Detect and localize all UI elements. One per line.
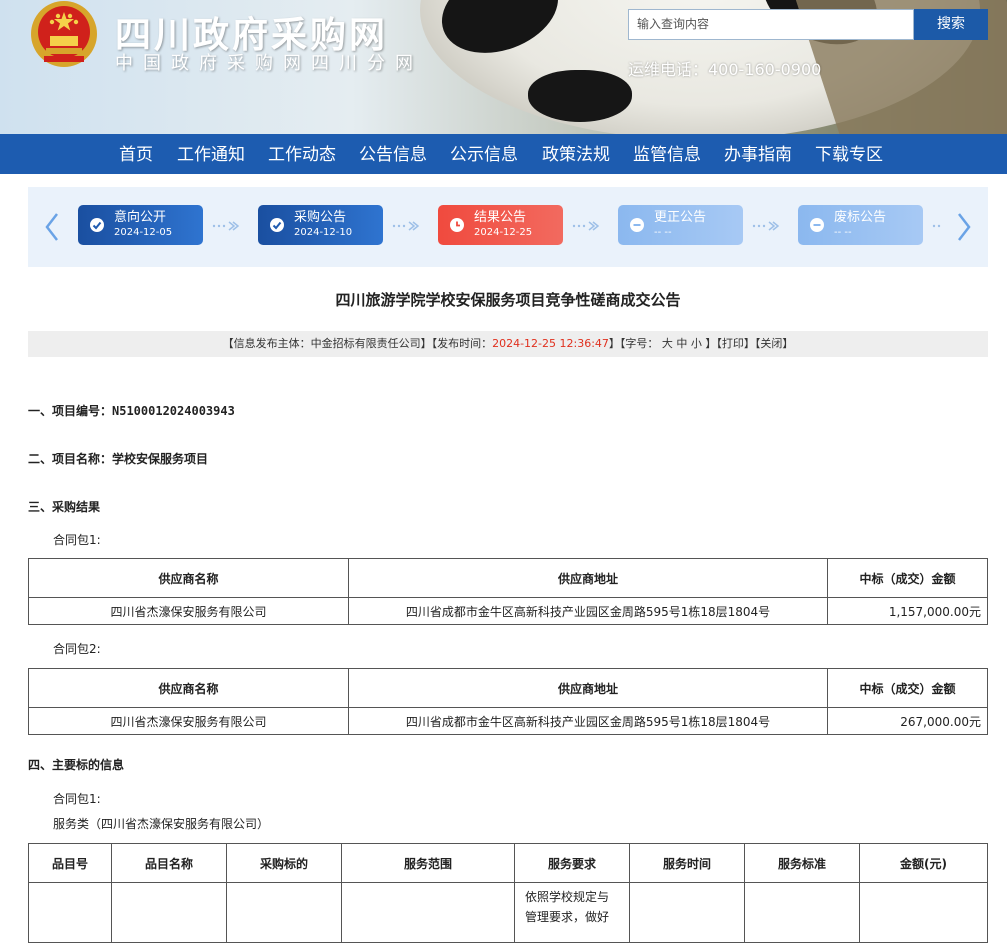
step-date: -- -- [654, 227, 672, 238]
check-icon [90, 218, 104, 232]
nav-policies[interactable]: 政策法规 [542, 134, 610, 174]
package-2-label: 合同包2: [53, 642, 101, 656]
award-amount: 1,157,000.00元 [827, 597, 988, 625]
cell [629, 882, 745, 943]
table-row: 四川省杰濠保安服务有限公司 四川省成都市金牛区高新科技产业园区金周路595号1栋… [28, 707, 988, 735]
nav-home[interactable]: 首页 [119, 134, 153, 174]
table-row: 依照学校规定与管理要求，做好 [28, 882, 988, 943]
page-title: 四川旅游学院学校安保服务项目竞争性磋商成交公告 [335, 291, 681, 309]
section-result: 三、采购结果 [28, 500, 101, 514]
info-suffix[interactable]: 】【字号： 大 中 小 】【打印】【关闭】 [609, 337, 794, 350]
award-amount: 267,000.00元 [827, 707, 988, 735]
info-bar: 【信息发布主体：中金招标有限责任公司】【发布时间：2024-12-25 12:3… [28, 331, 988, 357]
table-header: 服务标准 [744, 843, 860, 883]
service-category: 服务类（四川省杰濠保安服务有限公司） [53, 817, 270, 831]
supplier-address: 四川省成都市金牛区高新科技产业园区金周路595号1栋18层1804号 [348, 707, 828, 735]
clock-icon [450, 218, 464, 232]
section-project-number: 一、项目编号：N5100012024003943 [28, 404, 235, 418]
main-nav: 首页 工作通知 工作动态 公告信息 公示信息 政策法规 监管信息 办事指南 下载… [0, 134, 1007, 174]
flow-arrow-icon [752, 221, 780, 231]
table-header: 品目名称 [111, 843, 227, 883]
step-date: 2024-12-25 [474, 227, 533, 238]
step-name: 结果公告 [474, 210, 527, 225]
table-header: 中标（成交）金额 [827, 558, 988, 598]
table-header: 服务时间 [629, 843, 745, 883]
nav-downloads[interactable]: 下载专区 [815, 134, 883, 174]
section-project-name: 二、项目名称：学校安保服务项目 [28, 452, 209, 466]
chevron-right-icon[interactable] [954, 211, 974, 243]
step-result[interactable]: 结果公告 2024-12-25 [438, 205, 563, 245]
cell [744, 882, 860, 943]
step-name: 采购公告 [294, 210, 347, 225]
table-header: 服务范围 [341, 843, 515, 883]
flow-arrow-icon [572, 221, 600, 231]
main-info-table: 品目号 品目名称 采购标的 服务范围 服务要求 服务时间 服务标准 金额(元) … [28, 843, 988, 943]
nav-work-notice[interactable]: 工作通知 [177, 134, 245, 174]
supplier-name: 四川省杰濠保安服务有限公司 [28, 597, 349, 625]
result-table-2: 供应商名称 供应商地址 中标（成交）金额 四川省杰濠保安服务有限公司 四川省成都… [28, 668, 988, 735]
publish-time: 2024-12-25 12:36:47 [492, 337, 609, 350]
table-header: 供应商名称 [28, 668, 349, 708]
minus-icon [630, 218, 644, 232]
procurement-progress: 意向公开 2024-12-05 采购公告 2024-12-10 结果公告 202… [28, 187, 988, 267]
table-header: 采购标的 [226, 843, 342, 883]
table-header: 服务要求 [514, 843, 630, 883]
supplier-address: 四川省成都市金牛区高新科技产业园区金周路595号1栋18层1804号 [348, 597, 828, 625]
nav-guide[interactable]: 办事指南 [724, 134, 792, 174]
section-main-info: 四、主要标的信息 [28, 758, 125, 772]
search-button[interactable]: 搜索 [914, 9, 988, 40]
table-header: 供应商地址 [348, 558, 828, 598]
step-name: 意向公开 [114, 210, 167, 225]
hotline-text: 运维电话：400-160-0900 [628, 60, 822, 79]
step-date: 2024-12-05 [114, 227, 173, 238]
national-emblem-icon [31, 1, 97, 67]
package-1-label: 合同包1: [53, 533, 101, 547]
result-table-1: 供应商名称 供应商地址 中标（成交）金额 四川省杰濠保安服务有限公司 四川省成都… [28, 558, 988, 625]
cell [226, 882, 342, 943]
cell [111, 882, 227, 943]
step-date: 2024-12-10 [294, 227, 353, 238]
chevron-left-icon[interactable] [42, 211, 62, 243]
step-intent[interactable]: 意向公开 2024-12-05 [78, 205, 203, 245]
cell [28, 882, 112, 943]
nav-announcements[interactable]: 公告信息 [359, 134, 427, 174]
step-date: -- -- [834, 227, 852, 238]
flow-arrow-icon [212, 221, 240, 231]
supplier-name: 四川省杰濠保安服务有限公司 [28, 707, 349, 735]
header-banner: 四川政府采购网 中国政府采购网四川分网 输入查询内容 搜索 运维电话：400-1… [0, 0, 1007, 134]
step-name: 更正公告 [654, 210, 707, 225]
flow-arrow-icon [392, 221, 420, 231]
table-header: 供应商地址 [348, 668, 828, 708]
table-row: 四川省杰濠保安服务有限公司 四川省成都市金牛区高新科技产业园区金周路595号1栋… [28, 597, 988, 625]
step-name: 废标公告 [834, 210, 887, 225]
cell [341, 882, 515, 943]
search-input[interactable]: 输入查询内容 [628, 9, 914, 40]
table-header: 供应商名称 [28, 558, 349, 598]
main-package-label: 合同包1: [53, 792, 101, 806]
nav-public-info[interactable]: 公示信息 [450, 134, 518, 174]
info-prefix: 【信息发布主体：中金招标有限责任公司】【发布时间： [222, 337, 493, 350]
check-icon [270, 218, 284, 232]
nav-work-news[interactable]: 工作动态 [268, 134, 336, 174]
service-requirement: 依照学校规定与管理要求，做好 [514, 882, 630, 943]
step-procurement[interactable]: 采购公告 2024-12-10 [258, 205, 383, 245]
site-subtitle: 中国政府采购网四川分网 [115, 53, 423, 74]
step-abandon[interactable]: 废标公告 -- -- [798, 205, 923, 245]
minus-icon [810, 218, 824, 232]
table-header: 品目号 [28, 843, 112, 883]
step-correction[interactable]: 更正公告 -- -- [618, 205, 743, 245]
panda-nose [528, 70, 632, 122]
table-header: 中标（成交）金额 [827, 668, 988, 708]
cell [859, 882, 988, 943]
table-header: 金额(元) [859, 843, 988, 883]
nav-supervision[interactable]: 监管信息 [633, 134, 701, 174]
